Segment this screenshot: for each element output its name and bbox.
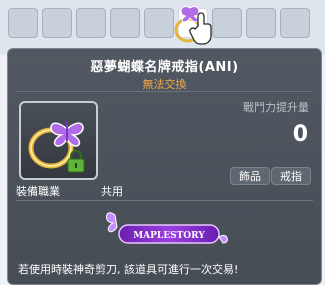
maplestory-nameplate: MAPLESTORY xyxy=(101,207,231,249)
job-value: 共用 xyxy=(101,185,123,198)
item-name: 惡夢蝴蝶名牌戒指(ANI) xyxy=(90,60,239,75)
item-icon-frame xyxy=(19,101,98,180)
inventory-slot[interactable] xyxy=(246,8,276,38)
divider xyxy=(16,91,313,92)
inventory-slot[interactable] xyxy=(212,8,242,38)
glove-cursor-icon xyxy=(172,4,216,46)
inventory-background xyxy=(0,0,325,55)
lock-icon xyxy=(67,150,85,173)
item-tooltip: 惡夢蝴蝶名牌戒指(ANI) 無法交換 戰鬥力提升量 0 裝備職業 共用 飾品 戒… xyxy=(7,48,322,285)
tag-accessory: 飾品 xyxy=(230,167,270,185)
divider xyxy=(16,200,313,201)
job-label: 裝備職業 xyxy=(16,185,60,198)
tag-ring: 戒指 xyxy=(271,167,311,185)
nameplate-text: MAPLESTORY xyxy=(133,231,205,241)
trade-status: 無法交換 xyxy=(142,78,187,91)
item-description: 若使用時裝神奇剪刀, 該道具可進行一次交易! xyxy=(18,263,239,276)
inventory-slot[interactable] xyxy=(110,8,140,38)
inventory-slot[interactable] xyxy=(76,8,106,38)
power-increase-label: 戰鬥力提升量 xyxy=(243,101,309,114)
inventory-slot[interactable] xyxy=(280,8,310,38)
inventory-slot[interactable] xyxy=(144,8,174,38)
inventory-slot[interactable] xyxy=(42,8,72,38)
inventory-slot[interactable] xyxy=(8,8,38,38)
power-increase-value: 0 xyxy=(292,122,308,147)
butterfly-ring-icon xyxy=(28,121,85,173)
